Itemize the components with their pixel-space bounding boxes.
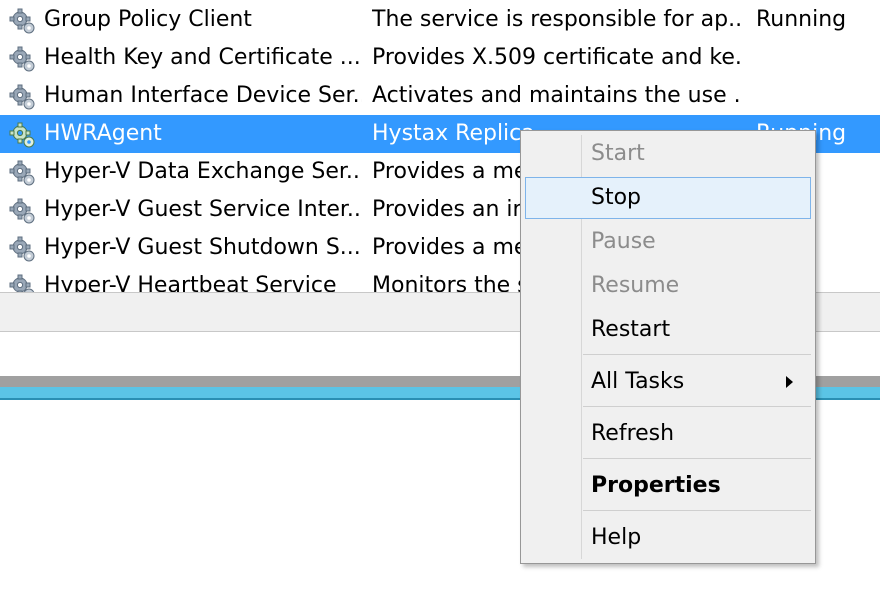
service-name: HWRAgent (44, 121, 162, 146)
services-window: Group Policy Client The service is respo… (0, 0, 880, 604)
gear-icon (9, 236, 35, 262)
menu-item-properties[interactable]: Properties (525, 465, 811, 507)
service-name: Hyper-V Guest Shutdown S... (44, 235, 361, 260)
menu-separator (583, 406, 811, 407)
service-status: Running (756, 7, 847, 32)
service-row[interactable]: Human Interface Device Ser... Activates … (0, 77, 880, 115)
menu-item-label: Restart (591, 317, 671, 342)
menu-item-label: Refresh (591, 421, 675, 446)
service-row[interactable]: Group Policy Client The service is respo… (0, 1, 880, 39)
menu-item-refresh[interactable]: Refresh (525, 413, 811, 455)
gear-icon (9, 46, 35, 72)
service-description: The service is responsible for ap... (372, 7, 742, 32)
gear-icon (9, 8, 35, 34)
service-name: Hyper-V Guest Service Inter... (44, 197, 362, 222)
service-name: Hyper-V Heartbeat Service (44, 273, 337, 292)
gear-icon (9, 84, 35, 110)
service-context-menu: Start Stop Pause Resume Restart All Task… (520, 130, 816, 564)
service-description: Provides X.509 certificate and ke... (372, 45, 742, 70)
menu-item-stop[interactable]: Stop (525, 177, 811, 219)
menu-item-label: Stop (591, 185, 642, 210)
menu-item-label: Help (591, 525, 642, 550)
menu-separator (583, 458, 811, 459)
menu-item-pause[interactable]: Pause (525, 221, 811, 263)
service-row[interactable]: Health Key and Certificate ... Provides … (0, 39, 880, 77)
menu-item-label: Start (591, 141, 645, 166)
service-name: Group Policy Client (44, 7, 252, 32)
gear-icon (9, 160, 35, 186)
service-name: Human Interface Device Ser... (44, 83, 362, 108)
gear-icon (9, 198, 35, 224)
submenu-arrow-icon (786, 376, 793, 388)
menu-item-label: Properties (591, 473, 721, 498)
menu-item-help[interactable]: Help (525, 517, 811, 559)
service-name: Hyper-V Data Exchange Ser... (44, 159, 362, 184)
menu-separator (583, 510, 811, 511)
menu-item-start[interactable]: Start (525, 133, 811, 175)
service-description: Activates and maintains the use ... (372, 83, 742, 108)
service-name: Health Key and Certificate ... (44, 45, 361, 70)
menu-item-label: Pause (591, 229, 656, 254)
menu-item-label: All Tasks (591, 369, 685, 394)
gear-icon (9, 274, 35, 292)
menu-item-label: Resume (591, 273, 680, 298)
menu-item-resume[interactable]: Resume (525, 265, 811, 307)
menu-separator (583, 354, 811, 355)
gear-icon (9, 122, 35, 148)
menu-item-all-tasks[interactable]: All Tasks (525, 361, 811, 403)
menu-item-restart[interactable]: Restart (525, 309, 811, 351)
